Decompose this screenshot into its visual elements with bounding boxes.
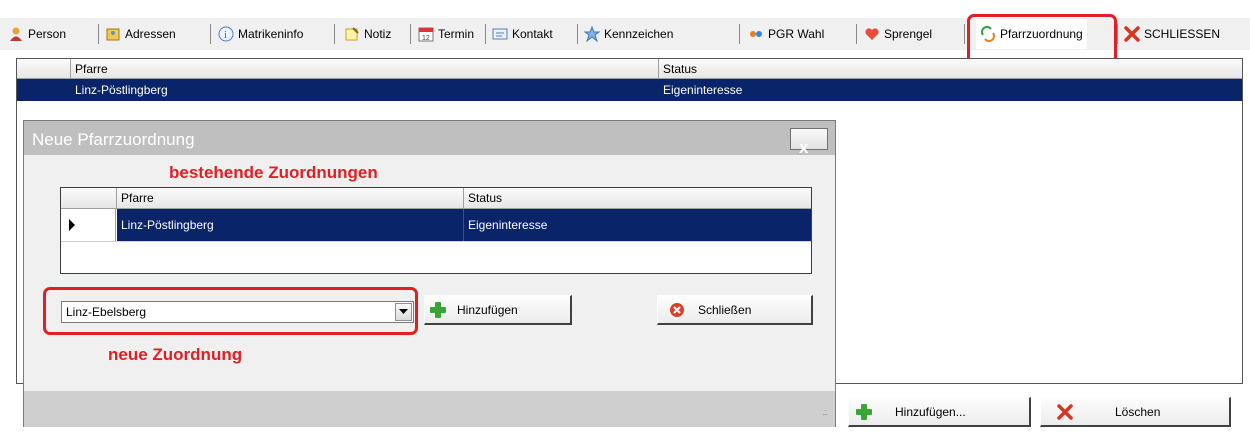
column-divider: [116, 188, 117, 208]
tab-person[interactable]: Person: [8, 19, 66, 49]
dialog-close-action-button[interactable]: Schließen: [657, 295, 813, 325]
tab-label: Kennzeichen: [604, 27, 674, 41]
add-button[interactable]: Hinzufügen...: [848, 397, 1031, 427]
star-icon: [583, 25, 601, 43]
dialog-title: Neue Pfarrzuordnung: [32, 130, 195, 149]
cancel-circle-icon: [669, 302, 685, 318]
tab-label: Sprengel: [884, 27, 933, 41]
column-header-pfarre[interactable]: Pfarre: [72, 59, 659, 78]
grid-header: Pfarre Status: [61, 188, 811, 209]
add-button-label: Hinzufügen...: [895, 404, 966, 419]
dialog-add-button[interactable]: Hinzufügen: [424, 295, 572, 325]
close-icon: x: [799, 138, 809, 157]
tab-label: Person: [28, 27, 67, 41]
delete-button-label: Löschen: [1115, 404, 1161, 419]
tab-separator: [485, 24, 486, 44]
tab-separator: [577, 24, 578, 44]
svg-text:i: i: [224, 30, 227, 41]
tab-label: Notiz: [364, 27, 392, 41]
dialog-titlebar: Neue Pfarrzuordnung x: [24, 121, 835, 157]
tab-kontakt[interactable]: Kontakt: [492, 19, 553, 49]
cell-status: Eigeninteresse: [663, 83, 743, 97]
tab-label: PGR Wahl: [768, 27, 825, 41]
dialog-close-button[interactable]: x: [790, 128, 828, 157]
tab-separator: [334, 24, 335, 44]
grid-header: Pfarre Status: [17, 59, 1242, 79]
tab-separator: [1117, 24, 1118, 44]
tab-matrikeninfo[interactable]: i Matrikeninfo: [218, 19, 303, 49]
column-divider: [658, 59, 659, 78]
tab-kennzeichen[interactable]: Kennzeichen: [583, 19, 674, 49]
cell-pfarre: Linz-Pöstlingberg: [75, 83, 168, 97]
cell-status: Eigeninteresse: [468, 218, 548, 232]
tab-pgr-wahl[interactable]: PGR Wahl: [748, 19, 824, 49]
cell-pfarre: Linz-Pöstlingberg: [121, 218, 214, 232]
dialog-neue-pfarrzuordnung: Neue Pfarrzuordnung x bestehende Zuordnu…: [23, 120, 836, 427]
column-divider: [463, 209, 464, 241]
table-row[interactable]: Linz-Pöstlingberg Eigeninteresse: [17, 79, 1242, 101]
table-row[interactable]: Linz-Pöstlingberg Eigeninteresse: [61, 209, 811, 241]
resize-grip-icon[interactable]: .:.: [822, 407, 827, 417]
person-icon: [8, 26, 24, 42]
address-book-icon: [105, 26, 121, 42]
dialog-footer: .:.: [24, 391, 835, 427]
tab-sprengel[interactable]: Sprengel: [864, 19, 932, 49]
tab-separator: [210, 24, 211, 44]
dialog-add-button-label: Hinzufügen: [457, 302, 518, 317]
tab-notiz[interactable]: Notiz: [344, 19, 391, 49]
tab-separator: [98, 24, 99, 44]
calendar-icon: 12: [418, 26, 434, 42]
tab-separator: [856, 24, 857, 44]
tab-termin[interactable]: 12 Termin: [418, 19, 474, 49]
annotation-existing: bestehende Zuordnungen: [169, 163, 378, 182]
delete-button[interactable]: Löschen: [1040, 397, 1231, 427]
vote-icon: [748, 26, 764, 42]
tab-label: Matrikeninfo: [238, 27, 304, 41]
tab-schliessen[interactable]: SCHLIESSEN: [1124, 19, 1220, 49]
highlight-new-assignment: [43, 287, 418, 335]
close-red-icon: [1124, 26, 1140, 42]
tab-label: SCHLIESSEN: [1144, 27, 1221, 41]
dialog-close-action-label: Schließen: [698, 302, 752, 317]
highlight-selected-tab: [967, 14, 1117, 64]
tab-adressen[interactable]: Adressen: [105, 19, 176, 49]
info-icon: i: [218, 26, 234, 42]
existing-assignments-grid[interactable]: Pfarre Status Linz-Pöstlingberg Eigenint…: [60, 187, 812, 274]
plus-icon: [855, 403, 873, 421]
tab-separator: [410, 24, 411, 44]
plus-icon: [429, 301, 447, 319]
annotation-new: neue Zuordnung: [108, 345, 243, 364]
tab-label: Kontakt: [512, 27, 553, 41]
heart-icon: [864, 26, 880, 42]
svg-text:12: 12: [422, 35, 430, 42]
row-divider: [61, 241, 811, 242]
column-header-pfarre[interactable]: Pfarre: [118, 188, 463, 208]
tab-separator: [739, 24, 740, 44]
tab-separator: [964, 24, 965, 44]
contact-icon: [492, 26, 508, 42]
tab-label: Adressen: [125, 27, 176, 41]
tab-label: Termin: [438, 27, 475, 41]
column-divider: [70, 59, 71, 78]
column-divider: [463, 188, 464, 208]
column-header-status[interactable]: Status: [660, 59, 1240, 78]
row-selector[interactable]: [61, 209, 116, 241]
column-header-status[interactable]: Status: [465, 188, 810, 208]
note-icon: [344, 26, 360, 42]
delete-x-icon: [1057, 403, 1073, 420]
